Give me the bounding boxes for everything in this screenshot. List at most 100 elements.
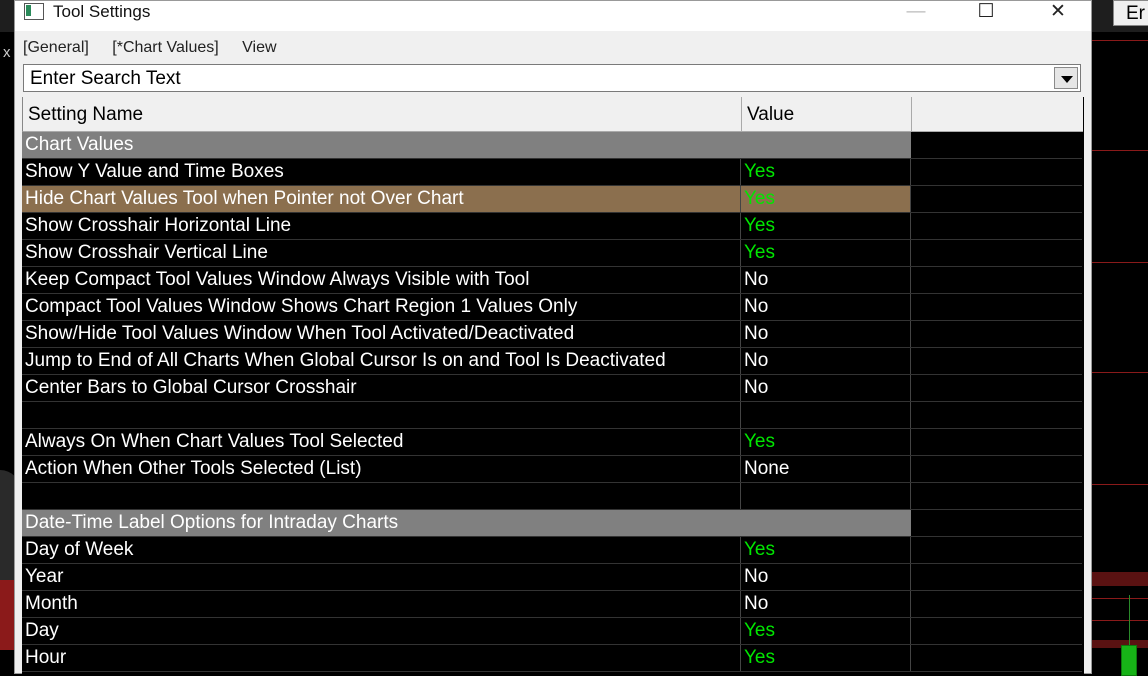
setting-row[interactable]: Show/Hide Tool Values Window When Tool A… [22,321,1082,348]
setting-row[interactable]: Hide Chart Values Tool when Pointer not … [22,186,1082,213]
extra-cell [911,321,1082,347]
section-row[interactable]: Date-Time Label Options for Intraday Cha… [22,510,1082,537]
background-gridline [1092,262,1148,263]
extra-cell [911,564,1082,590]
setting-name: Compact Tool Values Window Shows Chart R… [22,294,741,320]
background-band [1092,640,1148,648]
setting-row[interactable]: Day Yes [22,618,1082,645]
setting-name: Show Y Value and Time Boxes [22,159,741,185]
extra-cell [911,456,1082,482]
background-gridline [1092,150,1148,151]
extra-cell [911,591,1082,617]
setting-value[interactable]: Yes [741,645,911,671]
extra-cell [911,159,1082,185]
blank-row [22,483,1082,510]
setting-value[interactable]: No [741,267,911,293]
setting-value[interactable]: Yes [741,240,911,266]
setting-value[interactable]: None [741,456,911,482]
background-band [1092,572,1148,586]
extra-cell [911,510,1082,536]
setting-name: Jump to End of All Charts When Global Cu… [22,348,741,374]
setting-name: Keep Compact Tool Values Window Always V… [22,267,741,293]
settings-grid: Setting Name Value Chart Values Show Y Va… [22,97,1084,675]
setting-name: Show Crosshair Horizontal Line [22,213,741,239]
setting-row[interactable]: Day of Week Yes [22,537,1082,564]
column-header-extra [912,97,1083,131]
column-header-setting-name[interactable]: Setting Name [23,97,742,131]
setting-row[interactable]: Compact Tool Values Window Shows Chart R… [22,294,1082,321]
search-input[interactable]: Enter Search Text [23,64,1081,92]
close-icon[interactable]: ✕ [1035,1,1081,23]
setting-value[interactable]: Yes [741,186,911,212]
setting-value[interactable]: No [741,591,911,617]
setting-value[interactable]: Yes [741,159,911,185]
menu-chart-values[interactable]: [*Chart Values] [112,39,218,56]
background-button[interactable]: Er [1113,0,1148,26]
extra-cell [911,240,1082,266]
setting-row[interactable]: Month No [22,591,1082,618]
setting-value[interactable]: No [741,564,911,590]
setting-name: Day of Week [22,537,741,563]
setting-row[interactable]: Show Crosshair Vertical Line Yes [22,240,1082,267]
extra-cell [911,402,1082,428]
extra-cell [911,429,1082,455]
setting-row[interactable]: Jump to End of All Charts When Global Cu… [22,348,1082,375]
grid-rows: Chart Values Show Y Value and Time Boxes Y… [22,132,1082,672]
setting-row[interactable]: Show Y Value and Time Boxes Yes [22,159,1082,186]
setting-value[interactable]: Yes [741,213,911,239]
setting-value [741,402,911,428]
setting-name: Center Bars to Global Cursor Crosshair [22,375,741,401]
background-marker: x [3,44,11,61]
maximize-icon[interactable]: ☐ [963,1,1009,23]
column-header-value[interactable]: Value [742,97,912,131]
background-gridline [1092,372,1148,373]
setting-value[interactable]: No [741,348,911,374]
minimize-icon[interactable]: — [893,1,939,23]
setting-value[interactable]: No [741,321,911,347]
menu-view[interactable]: View [242,39,276,56]
menu-bar: [General] [*Chart Values] View [23,39,296,57]
setting-row[interactable]: Always On When Chart Values Tool Selecte… [22,429,1082,456]
background-gridline [1092,598,1148,599]
window-title: Tool Settings [53,2,151,21]
extra-cell [911,213,1082,239]
setting-name: Year [22,564,741,590]
setting-name [22,402,741,428]
setting-name: Month [22,591,741,617]
extra-cell [911,483,1082,509]
setting-name: Action When Other Tools Selected (List) [22,456,741,482]
setting-row[interactable]: Keep Compact Tool Values Window Always V… [22,267,1082,294]
grid-header: Setting Name Value [22,97,1083,132]
setting-value [741,483,911,509]
setting-name: Day [22,618,741,644]
menu-general[interactable]: [General] [23,39,89,56]
blank-row [22,402,1082,429]
title-bar[interactable]: Tool Settings — ☐ ✕ [15,1,1091,31]
setting-row[interactable]: Show Crosshair Horizontal Line Yes [22,213,1082,240]
candle-body [1121,645,1137,676]
setting-value [741,132,911,158]
setting-value[interactable]: Yes [741,618,911,644]
setting-value[interactable]: Yes [741,429,911,455]
setting-row[interactable]: Action When Other Tools Selected (List) N… [22,456,1082,483]
setting-value[interactable]: Yes [741,537,911,563]
extra-cell [911,132,1082,158]
setting-row[interactable]: Hour Yes [22,645,1082,672]
extra-cell [911,375,1082,401]
setting-name: Show Crosshair Vertical Line [22,240,741,266]
background-gridline [1092,620,1148,621]
extra-cell [911,267,1082,293]
search-text: Enter Search Text [30,68,181,89]
setting-name: Hour [22,645,741,671]
setting-row[interactable]: Year No [22,564,1082,591]
setting-name [22,483,741,509]
extra-cell [911,186,1082,212]
extra-cell [911,294,1082,320]
section-row[interactable]: Chart Values [22,132,1082,159]
section-label: Date-Time Label Options for Intraday Cha… [22,510,741,536]
setting-value[interactable]: No [741,375,911,401]
setting-value[interactable]: No [741,294,911,320]
setting-row[interactable]: Center Bars to Global Cursor Crosshair No [22,375,1082,402]
setting-name: Always On When Chart Values Tool Selecte… [22,429,741,455]
chevron-down-icon[interactable] [1054,67,1078,89]
